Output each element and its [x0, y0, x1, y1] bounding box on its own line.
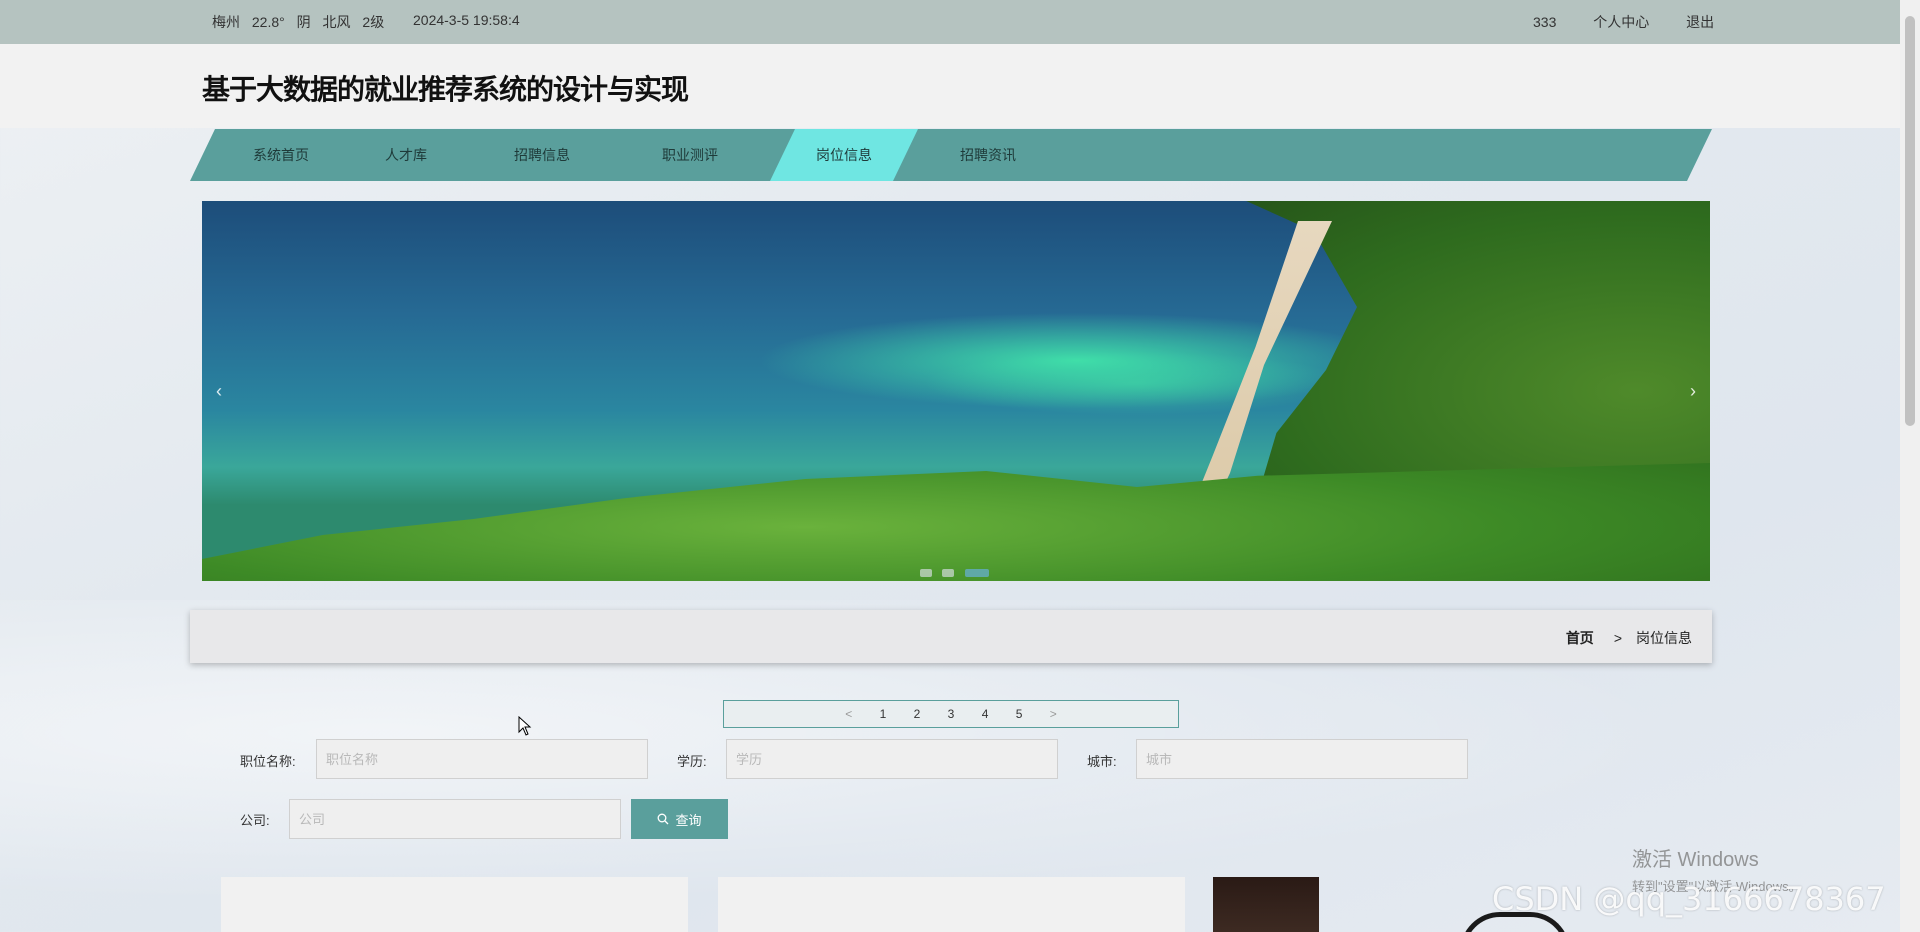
logout-link[interactable]: 退出 [1686, 14, 1714, 30]
search-icon [657, 813, 669, 828]
nav-item-job-info[interactable]: 岗位信息 [770, 129, 918, 181]
job-title-input[interactable] [316, 739, 648, 779]
nav-item-recruitment-news[interactable]: 招聘资讯 [928, 129, 1048, 181]
pager-page-3[interactable]: 3 [948, 701, 955, 727]
pager-page-2[interactable]: 2 [914, 701, 921, 727]
breadcrumb-bar: 首页 > 岗位信息 [190, 610, 1712, 663]
carousel-indicators [920, 564, 995, 581]
weather-widget: 梅州 22.8° 阴 北风 2级 [212, 12, 392, 32]
job-title-label: 职位名称: [240, 754, 296, 769]
search-button-label: 查询 [675, 812, 702, 828]
site-header: 基于大数据的就业推荐系统的设计与实现 [0, 44, 1900, 128]
weather-wind-level: 2级 [362, 14, 385, 30]
pagination: < 1 2 3 4 5 > [723, 700, 1179, 728]
username: 333 [1533, 14, 1557, 30]
breadcrumb-separator: > [1613, 630, 1622, 646]
scrollbar-thumb[interactable] [1905, 16, 1915, 426]
breadcrumb: 首页 > 岗位信息 [1566, 628, 1692, 648]
banner-carousel: ‹ › [202, 201, 1710, 581]
pager-next[interactable]: > [1050, 701, 1057, 727]
pager-page-4[interactable]: 4 [982, 701, 989, 727]
page-scrollbar[interactable] [1900, 0, 1920, 932]
company-label: 公司: [240, 813, 270, 828]
breadcrumb-home[interactable]: 首页 [1566, 630, 1594, 646]
education-label: 学历: [677, 754, 707, 769]
breadcrumb-current: 岗位信息 [1636, 630, 1692, 646]
weather-city: 梅州 [212, 14, 240, 30]
city-label: 城市: [1087, 754, 1117, 769]
pager-page-1[interactable]: 1 [880, 701, 887, 727]
carousel-dot-2[interactable] [942, 569, 955, 577]
mouse-cursor-icon [518, 716, 532, 736]
site-title: 基于大数据的就业推荐系统的设计与实现 [202, 73, 689, 106]
pager-page-5[interactable]: 5 [1016, 701, 1023, 727]
city-input[interactable] [1136, 739, 1468, 779]
carousel-dot-3[interactable] [964, 569, 989, 577]
company-input[interactable] [289, 799, 621, 839]
nav-item-career-assessment[interactable]: 职业测评 [630, 129, 750, 181]
user-links: 333 个人中心 退出 [1533, 12, 1747, 32]
carousel-dot-1[interactable] [920, 569, 932, 577]
nav-item-home[interactable]: 系统首页 [220, 129, 342, 181]
current-datetime: 2024-3-5 19:58:4 [413, 12, 520, 28]
nav-item-talent-pool[interactable]: 人才库 [356, 129, 456, 181]
main-nav: 系统首页 人才库 招聘信息 职业测评 岗位信息 招聘资讯 [190, 129, 1712, 181]
job-card-image[interactable] [1213, 877, 1319, 932]
job-card[interactable] [718, 877, 1185, 932]
education-input[interactable] [726, 739, 1058, 779]
nav-item-recruitment[interactable]: 招聘信息 [482, 129, 602, 181]
csdn-watermark: CSDN @qq_3166678367 [1492, 880, 1886, 918]
search-button[interactable]: 查询 [631, 799, 728, 839]
weather-wind: 北风 [322, 14, 351, 30]
chevron-left-icon[interactable]: ‹ [216, 381, 222, 402]
chevron-right-icon[interactable]: › [1690, 381, 1696, 402]
weather-temperature: 22.8° [251, 14, 285, 30]
job-card[interactable] [221, 877, 688, 932]
windows-activation-title: 激活 Windows [1632, 849, 1759, 871]
profile-link[interactable]: 个人中心 [1593, 14, 1649, 30]
weather-condition: 阴 [296, 14, 311, 30]
top-bar: 梅州 22.8° 阴 北风 2级 2024-3-5 19:58:4 333 个人… [0, 0, 1900, 44]
pager-prev[interactable]: < [845, 701, 852, 727]
